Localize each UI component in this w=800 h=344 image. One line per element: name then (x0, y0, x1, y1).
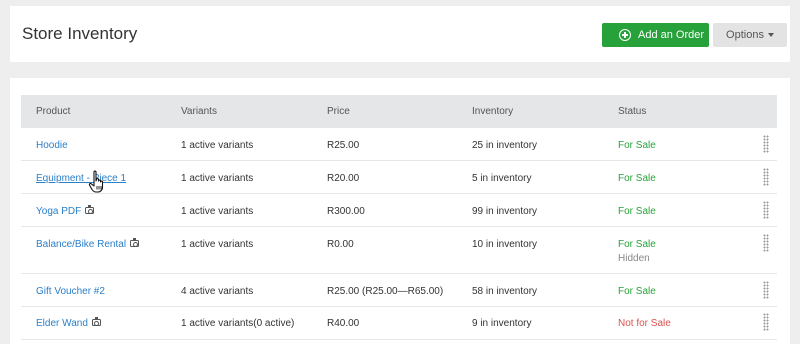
inventory-cell: 10 in inventory (472, 239, 538, 250)
table-row[interactable]: Elder Wand 1 active variants(0 active) R… (21, 307, 777, 340)
options-label: Options (726, 29, 764, 41)
column-header-status[interactable]: Status (618, 106, 646, 117)
table-row[interactable]: Equipment - Piece 1 1 active variants R2… (21, 161, 777, 194)
product-link[interactable]: Yoga PDF (36, 205, 95, 217)
status-cell: For Sale (618, 286, 656, 297)
product-link[interactable]: Gift Voucher #2 (36, 286, 105, 297)
inventory-cell: 99 in inventory (472, 206, 538, 217)
column-header-inventory[interactable]: Inventory (472, 106, 513, 117)
price-cell: R25.00 (327, 140, 360, 151)
price-cell: R0.00 (327, 239, 354, 250)
price-cell: R25.00 (R25.00—R65.00) (327, 286, 444, 297)
status-cell: For Sale (618, 173, 656, 184)
product-link[interactable]: Equipment - Piece 1 (36, 173, 126, 184)
status-cell: Not for Sale (618, 318, 671, 329)
variants-cell: 1 active variants (181, 206, 254, 217)
camera-icon (91, 317, 101, 326)
variants-cell: 1 active variants (181, 239, 254, 250)
table-row[interactable]: Balance/Bike Rental 1 active variants R0… (21, 227, 777, 274)
camera-icon (85, 205, 95, 214)
header-bar: Store Inventory Add an Order Options (10, 6, 790, 62)
column-header-variants[interactable]: Variants (181, 106, 217, 117)
inventory-cell: 25 in inventory (472, 140, 538, 151)
status-cell: For Sale (618, 239, 656, 250)
hidden-status-note: Hidden (618, 253, 650, 264)
product-name: Elder Wand (36, 318, 88, 329)
column-header-price[interactable]: Price (327, 106, 350, 117)
status-cell: For Sale (618, 140, 656, 151)
price-cell: R40.00 (327, 318, 360, 329)
add-order-label: Add an Order (638, 29, 705, 41)
drag-handle-icon[interactable] (763, 281, 769, 299)
product-link[interactable]: Elder Wand (36, 317, 101, 329)
drag-handle-icon[interactable] (763, 234, 769, 252)
drag-handle-icon[interactable] (763, 135, 769, 153)
variants-cell: 4 active variants (181, 286, 254, 297)
inventory-cell: 5 in inventory (472, 173, 532, 184)
price-cell: R300.00 (327, 206, 365, 217)
table-row[interactable]: Yoga PDF 1 active variants R300.00 99 in… (21, 194, 777, 227)
drag-handle-icon[interactable] (763, 168, 769, 186)
product-name: Balance/Bike Rental (36, 239, 127, 250)
inventory-table: Product Variants Price Inventory Status … (10, 78, 790, 344)
camera-icon (130, 238, 140, 247)
variants-cell: 1 active variants (181, 173, 254, 184)
product-link[interactable]: Balance/Bike Rental (36, 238, 140, 250)
add-order-button[interactable]: Add an Order (602, 23, 709, 47)
options-dropdown-button[interactable]: Options (713, 23, 787, 47)
hand-pointer-cursor (88, 170, 104, 193)
price-cell: R20.00 (327, 173, 360, 184)
column-header-product[interactable]: Product (36, 106, 70, 117)
product-name: Yoga PDF (36, 206, 82, 217)
inventory-cell: 58 in inventory (472, 286, 538, 297)
inventory-cell: 9 in inventory (472, 318, 532, 329)
page-title: Store Inventory (22, 24, 138, 43)
drag-handle-icon[interactable] (763, 201, 769, 219)
table-row[interactable]: Gift Voucher #2 4 active variants R25.00… (21, 274, 777, 307)
product-link[interactable]: Hoodie (36, 140, 68, 151)
variants-cell: 1 active variants(0 active) (181, 318, 295, 329)
variants-cell: 1 active variants (181, 140, 254, 151)
drag-handle-icon[interactable] (763, 313, 769, 331)
caret-down-icon (767, 33, 774, 37)
status-cell: For Sale (618, 206, 656, 217)
table-header: Product Variants Price Inventory Status (21, 95, 777, 128)
plus-circle-icon (619, 29, 631, 41)
table-row[interactable]: Hoodie 1 active variants R25.00 25 in in… (21, 128, 777, 161)
